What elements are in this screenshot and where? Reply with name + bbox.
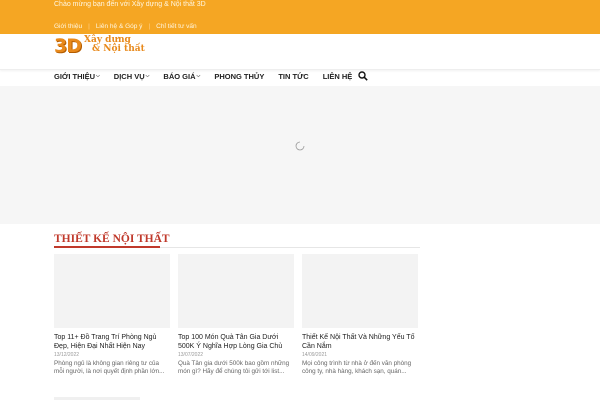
loading-spinner-icon bbox=[295, 141, 305, 151]
nav-label: DỊCH VỤ bbox=[113, 71, 145, 81]
post-card[interactable]: Top 100 Món Quà Tân Gia Dưới 500K Ý Nghĩ… bbox=[178, 254, 294, 376]
post-excerpt: Mọi công trình từ nhà ở đến văn phòng cô… bbox=[302, 360, 412, 375]
divider: | bbox=[88, 23, 90, 30]
section-title: THIẾT KẾ NỘI THẤT bbox=[54, 233, 170, 245]
divider: | bbox=[148, 23, 151, 30]
search-icon[interactable] bbox=[358, 71, 368, 81]
post-title[interactable]: Top 100 Món Quà Tân Gia Dưới 500K Ý Nghĩ… bbox=[178, 333, 294, 351]
post-title[interactable]: Top 11+ Đồ Trang Trí Phòng Ngủ Đẹp, Hiện… bbox=[54, 333, 170, 351]
post-card[interactable]: Thiết Kế Nội Thất Và Những Yếu Tố Cần Nắ… bbox=[302, 254, 418, 376]
nav-label: GIỚI THIỆU bbox=[54, 71, 95, 81]
post-date: 13/12/2022 bbox=[54, 352, 80, 358]
top-links: Giới thiệu | Liên hệ & Góp ý | Chỉ tiết … bbox=[54, 23, 197, 30]
welcome-text: Chào mừng bạn đến với Xây dựng & Nội thấ… bbox=[54, 1, 206, 8]
post-date: 13/07/2022 bbox=[178, 352, 204, 358]
post-thumbnail[interactable] bbox=[178, 254, 294, 328]
chevron-down-icon: ⌵ bbox=[196, 73, 201, 79]
post-date: 14/09/2021 bbox=[302, 352, 328, 358]
nav-label: BÁO GIÁ bbox=[163, 71, 196, 81]
section-title-underline bbox=[54, 246, 160, 248]
main-nav: GIỚI THIỆU ⌵ DỊCH VỤ ⌵ BÁO GIÁ ⌵ PHONG THỦY… bbox=[54, 70, 366, 82]
logo-line-2: & Nội thất bbox=[92, 44, 145, 54]
nav-item-news[interactable]: TIN TỨC bbox=[278, 72, 308, 81]
nav-item-fengshui[interactable]: PHONG THỦY bbox=[214, 72, 264, 81]
post-card[interactable]: Top 11+ Đồ Trang Trí Phòng Ngủ Đẹp, Hiện… bbox=[54, 254, 170, 376]
logo-text: Xây dựng & Nội thất bbox=[84, 36, 145, 54]
top-bar: Chào mừng bạn đến với Xây dựng & Nội thấ… bbox=[0, 0, 600, 34]
top-link-contact[interactable]: Liên hệ & Góp ý bbox=[96, 23, 143, 30]
nav-label: PHONG THỦY bbox=[214, 71, 265, 81]
nav-item-about[interactable]: GIỚI THIỆU ⌵ bbox=[54, 72, 100, 81]
post-thumbnail[interactable] bbox=[54, 254, 170, 328]
post-thumbnail[interactable] bbox=[302, 254, 418, 328]
chevron-down-icon: ⌵ bbox=[95, 73, 100, 79]
nav-label: LIÊN HỆ bbox=[322, 71, 353, 81]
top-link-about[interactable]: Giới thiệu bbox=[54, 23, 82, 30]
chevron-down-icon: ⌵ bbox=[145, 73, 150, 79]
post-excerpt: Quà Tân gia dưới 500k bao gồm những món … bbox=[178, 360, 290, 375]
post-title[interactable]: Thiết Kế Nội Thất Và Những Yếu Tố Cần Nắ… bbox=[302, 333, 418, 351]
hero-slider bbox=[0, 86, 600, 224]
site-logo[interactable]: 3D Xây dựng & Nội thất bbox=[54, 36, 145, 58]
nav-item-contact[interactable]: LIÊN HỆ bbox=[323, 72, 353, 81]
post-excerpt: Phòng ngủ là không gian riêng tư của mỗi… bbox=[54, 360, 165, 375]
nav-item-pricing[interactable]: BÁO GIÁ ⌵ bbox=[163, 72, 200, 81]
logo-mark: 3D bbox=[54, 35, 82, 57]
nav-label: TIN TỨC bbox=[278, 71, 309, 81]
top-link-consulting[interactable]: Chỉ tiết tư vấn bbox=[156, 23, 196, 30]
nav-item-services[interactable]: DỊCH VỤ ⌵ bbox=[114, 72, 150, 81]
